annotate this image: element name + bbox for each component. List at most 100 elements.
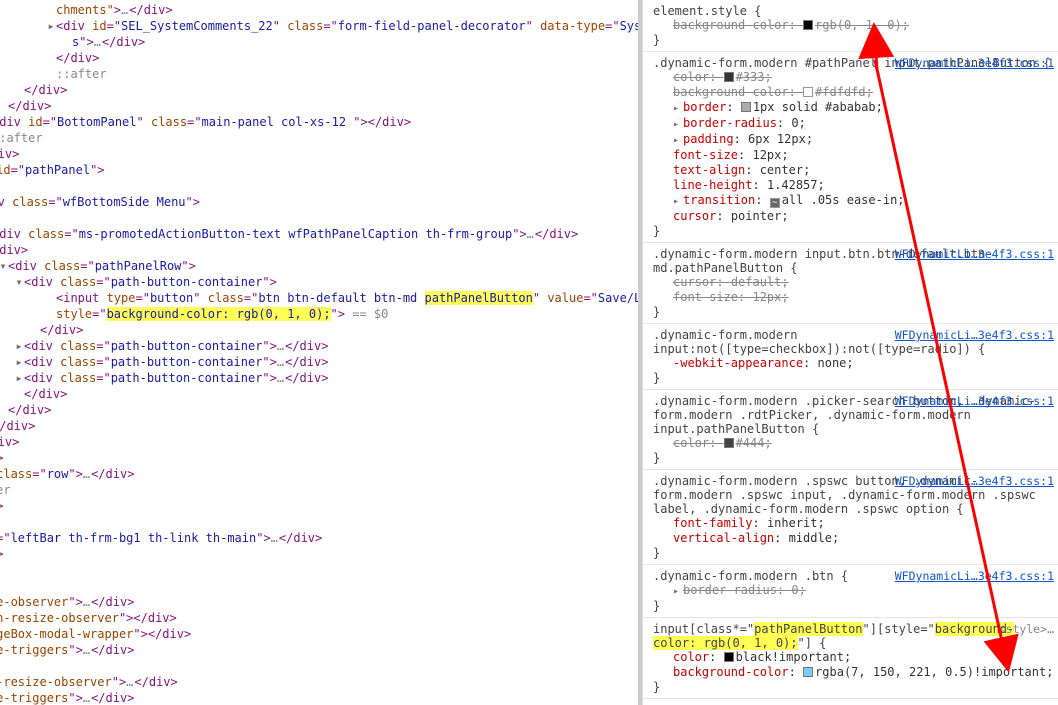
dom-line[interactable]: </div> (0, 546, 638, 562)
styles-panel[interactable]: element.style {background-color: rgb(0, … (642, 0, 1058, 705)
dom-line[interactable]: </div> (0, 82, 638, 98)
css-rule[interactable]: element.style {background-color: rgb(0, … (643, 0, 1058, 52)
dom-line[interactable]: <input type="button" class="btn btn-defa… (0, 290, 638, 306)
dom-line[interactable]: resize-observer">…</div> (0, 594, 638, 610)
expand-arrow-icon[interactable]: ▸ (46, 18, 56, 34)
css-declaration[interactable]: ▸transition: ~all .05s ease-in; (653, 193, 1054, 209)
dom-line[interactable] (0, 210, 638, 226)
dom-line[interactable]: resize-triggers">…</div> (0, 690, 638, 705)
stylesheet-source-link[interactable]: WFDynamicLi…3e4f3.css:1 (895, 394, 1054, 408)
dom-line[interactable]: </div> (0, 402, 638, 418)
css-declaration[interactable]: line-height: 1.42857; (653, 178, 1054, 193)
css-declaration[interactable]: background-color: rgba(7, 150, 221, 0.5)… (653, 665, 1054, 680)
css-declaration[interactable]: color: black!important; (653, 650, 1054, 665)
css-rule[interactable]: .dynamic-form.modern #pathPanel input.pa… (643, 52, 1058, 243)
dom-line[interactable]: ▸class="leftBar th-frm-bg1 th-link th-ma… (0, 530, 638, 546)
color-swatch[interactable] (724, 72, 734, 82)
dom-line[interactable]: ▾<div class="path-button-container"> (0, 274, 638, 290)
dom-line[interactable]: </div> (0, 322, 638, 338)
dom-line[interactable]: style="background-color: rgb(0, 1, 0);">… (0, 306, 638, 322)
color-swatch[interactable] (803, 87, 813, 97)
css-declaration[interactable]: ▸border: 1px solid #ababab; (653, 100, 1054, 116)
expand-triangle-icon[interactable]: ▸ (673, 584, 683, 599)
dom-line[interactable]: ▸<div class="path-button-container">…</d… (0, 370, 638, 386)
stylesheet-source-link[interactable]: WFDynamicLi…3e4f3.css:1 (895, 328, 1054, 342)
expand-arrow-icon[interactable]: ▸ (14, 354, 24, 370)
css-declaration[interactable]: font-size: 12px; (653, 290, 1054, 305)
color-swatch[interactable] (724, 652, 734, 662)
css-declaration[interactable]: ▸border-radius: 0; (653, 583, 1054, 599)
expand-arrow-icon[interactable]: ▸ (14, 338, 24, 354)
stylesheet-source-label: <style>… (999, 622, 1054, 636)
css-declaration[interactable]: background-color: #fdfdfd; (653, 85, 1054, 100)
color-swatch[interactable] (724, 438, 734, 448)
expand-arrow-icon[interactable]: ▾ (0, 258, 8, 274)
dom-line[interactable]: </div> (0, 434, 638, 450)
dom-line[interactable]: ▸<div class="row">…</div> (0, 466, 638, 482)
stylesheet-source-link[interactable]: WFDynamicLi…3e4f3.css:1 (895, 569, 1054, 583)
css-declaration[interactable]: ▸border-radius: 0; (653, 116, 1054, 132)
css-declaration[interactable]: cursor: pointer; (653, 209, 1054, 224)
dom-line[interactable]: ▾<div> (0, 242, 638, 258)
dom-line[interactable]: ::after (0, 130, 638, 146)
css-declaration[interactable]: ▸padding: 6px 12px; (653, 132, 1054, 148)
css-rule[interactable]: .dynamic-form.modern .spswc button, .dyn… (643, 470, 1058, 565)
css-rule[interactable]: .dynamic-form.modern input:not([type=che… (643, 324, 1058, 390)
css-rule[interactable]: .dynamic-form.modern .btn {WFDynamicLi…3… (643, 565, 1058, 618)
dom-line[interactable]: </div> (0, 498, 638, 514)
css-declaration[interactable]: color: #333; (653, 70, 1054, 85)
expand-triangle-icon[interactable]: ▸ (673, 194, 683, 209)
dom-line[interactable] (0, 178, 638, 194)
css-declaration[interactable]: -webkit-appearance: none; (653, 356, 1054, 371)
dom-line[interactable]: ebcon-resize-observer">…</div> (0, 674, 638, 690)
color-swatch[interactable] (803, 20, 813, 30)
css-declaration[interactable]: color: #444; (653, 436, 1054, 451)
stylesheet-source-link[interactable]: WFDynamicLi…3e4f3.css:1 (895, 247, 1054, 261)
expand-triangle-icon[interactable]: ▸ (673, 133, 683, 148)
dom-line[interactable]: </div> (0, 386, 638, 402)
expand-triangle-icon[interactable]: ▸ (673, 101, 683, 116)
dom-line[interactable]: ▸<div class="path-button-container">…</d… (0, 354, 638, 370)
dom-line[interactable]: <div id="BottomPanel" class="main-panel … (0, 114, 638, 130)
dom-line[interactable] (0, 578, 638, 594)
dom-line[interactable]: ::after (0, 66, 638, 82)
bezier-editor-icon[interactable]: ~ (770, 198, 780, 208)
dom-tree-panel[interactable]: chments">…</div>▸<div id="SEL_SystemComm… (0, 0, 638, 705)
dom-line[interactable]: ▸<div class="path-button-container">…</d… (0, 338, 638, 354)
dom-line[interactable]: </div> (0, 450, 638, 466)
color-swatch[interactable] (803, 667, 813, 677)
css-rule[interactable]: .dynamic-form.modern .picker-search butt… (643, 390, 1058, 470)
color-swatch[interactable] (741, 102, 751, 112)
dom-line[interactable]: </div> (0, 50, 638, 66)
dom-line[interactable] (0, 514, 638, 530)
stylesheet-source-link[interactable]: WFDynamicLi…3e4f3.css:1 (895, 56, 1054, 70)
css-declaration[interactable]: text-align: center; (653, 163, 1054, 178)
expand-arrow-icon[interactable]: ▾ (14, 274, 24, 290)
css-declaration[interactable]: font-family: inherit; (653, 516, 1054, 531)
expand-arrow-icon[interactable]: ▸ (14, 370, 24, 386)
dom-line[interactable]: webcon-resize-observer"></div> (0, 610, 638, 626)
dom-line[interactable]: <div class="wfBottomSide Menu"> (0, 194, 638, 210)
css-declaration[interactable]: vertical-align: middle; (653, 531, 1054, 546)
dom-line[interactable]: s">…</div> (6, 34, 638, 50)
dom-line[interactable]: </div> (0, 418, 638, 434)
dom-line[interactable]: resize-triggers">…</div> (0, 642, 638, 658)
dom-line[interactable] (0, 658, 638, 674)
css-rule[interactable]: input[class*="pathPanelButton"][style="b… (643, 618, 1058, 699)
css-rule[interactable]: .dynamic-form.modern input.btn.btn-defau… (643, 243, 1058, 324)
dom-line[interactable]: ::after (0, 482, 638, 498)
css-declaration[interactable]: background-color: rgb(0, 1, 0); (653, 18, 1054, 33)
dom-line[interactable]: <div id="pathPanel"> (0, 162, 638, 178)
dom-line[interactable]: </div> (0, 98, 638, 114)
dom-line[interactable]: ▸<div class="ms-promotedActionButton-tex… (0, 226, 638, 242)
stylesheet-source-link[interactable]: WFDynamicLi…3e4f3.css:1 (895, 474, 1054, 488)
dom-line[interactable]: chments">…</div> (0, 2, 638, 18)
expand-triangle-icon[interactable]: ▸ (673, 117, 683, 132)
dom-line[interactable]: ▾<div class="pathPanelRow"> (0, 258, 638, 274)
dom-line[interactable]: </div> (0, 146, 638, 162)
css-declaration[interactable]: font-size: 12px; (653, 148, 1054, 163)
dom-line[interactable]: ▸<div id="SEL_SystemComments_22" class="… (0, 18, 638, 34)
dom-line[interactable]: messageBox-modal-wrapper"></div> (0, 626, 638, 642)
dom-line[interactable] (0, 562, 638, 578)
css-declaration[interactable]: cursor: default; (653, 275, 1054, 290)
